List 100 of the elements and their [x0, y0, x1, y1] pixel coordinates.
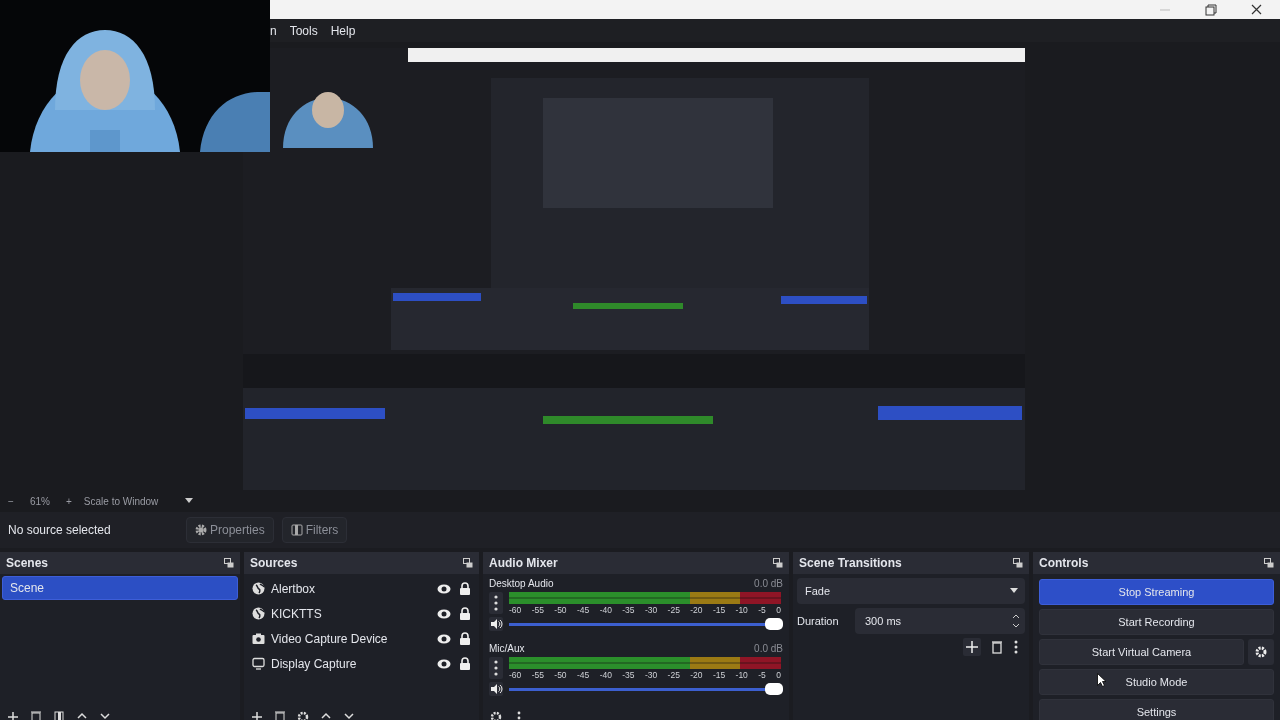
source-name[interactable]: Display Capture — [271, 654, 437, 673]
mouse-pointer-icon — [1097, 673, 1106, 687]
scale-label: 0 — [776, 604, 781, 616]
menu-item[interactable]: Tools — [289, 21, 318, 40]
lock-icon[interactable] — [459, 607, 471, 620]
globe-icon — [252, 582, 265, 595]
scale-label: -5 — [758, 669, 766, 681]
more-icon[interactable] — [1013, 638, 1019, 656]
caret-icon — [183, 498, 194, 504]
settings-icon — [1255, 646, 1267, 658]
scale-label: -60 — [509, 669, 522, 681]
control-button[interactable]: Settings — [1039, 699, 1274, 720]
undock-icon[interactable] — [224, 558, 234, 568]
field-label: Duration — [797, 613, 840, 629]
more-icon[interactable] — [489, 657, 503, 679]
scale-label: -35 — [622, 669, 635, 681]
gear-icon[interactable] — [489, 710, 503, 720]
filter-icon[interactable] — [52, 710, 66, 720]
scale-label: -15 — [712, 604, 726, 616]
lock-icon[interactable] — [459, 657, 471, 670]
down-icon[interactable] — [342, 710, 356, 720]
scale-label: -5 — [758, 604, 766, 616]
volume-slider-thumb[interactable] — [765, 618, 783, 630]
scale-dropdown[interactable]: Scale to Window — [83, 493, 194, 509]
scale-label: -25 — [667, 669, 680, 681]
eye-icon[interactable] — [437, 583, 451, 594]
speaker-icon[interactable] — [489, 682, 503, 696]
status-text: No source selected — [8, 522, 112, 539]
source-name[interactable]: Alertbox — [271, 579, 437, 598]
scale-label: -40 — [599, 604, 612, 616]
add-icon[interactable] — [6, 710, 20, 720]
scale-label: -25 — [667, 604, 680, 616]
volume-reading: 0.0 dB — [754, 642, 783, 656]
eye-icon[interactable] — [437, 608, 451, 619]
camera-icon — [252, 632, 265, 645]
volume-slider-thumb[interactable] — [765, 683, 783, 695]
menu-item[interactable]: n — [270, 21, 277, 40]
control-button[interactable]: Start Virtual Camera — [1039, 639, 1244, 665]
gear-icon[interactable] — [296, 710, 310, 720]
eye-icon[interactable] — [437, 658, 451, 669]
volume-reading: 0.0 dB — [754, 577, 783, 591]
scale-label: -60 — [509, 604, 522, 616]
undock-icon[interactable] — [1264, 558, 1274, 568]
scene-item[interactable]: Scene — [2, 576, 238, 600]
scale-label: -20 — [690, 669, 703, 681]
scale-label: -10 — [735, 669, 748, 681]
trash-icon[interactable] — [989, 638, 1005, 656]
trash-icon[interactable] — [29, 710, 43, 720]
dock-title: Scene Transitions — [799, 555, 902, 572]
scale-label: -40 — [599, 669, 612, 681]
zoom-out-button[interactable]: − — [0, 493, 22, 509]
channel-name: Mic/Aux — [489, 642, 525, 656]
control-button[interactable]: Start Recording — [1039, 609, 1274, 635]
lock-icon[interactable] — [459, 632, 471, 645]
control-button[interactable]: Studio Mode — [1039, 669, 1274, 695]
scale-label: -30 — [644, 604, 658, 616]
transition-dropdown[interactable]: Fade — [797, 578, 1025, 604]
scale-label: 0 — [776, 669, 781, 681]
scale-label: -10 — [735, 604, 748, 616]
globe-icon — [252, 607, 265, 620]
scale-label: -55 — [531, 604, 544, 616]
lock-icon[interactable] — [459, 582, 471, 595]
zoom-level: 61% — [30, 494, 50, 509]
scale-label: -45 — [576, 669, 590, 681]
zoom-in-button[interactable]: + — [66, 493, 72, 509]
speaker-icon[interactable] — [489, 617, 503, 631]
more-icon[interactable] — [489, 592, 503, 614]
undock-icon[interactable] — [1013, 558, 1023, 568]
scale-label: -50 — [554, 669, 567, 681]
source-name[interactable]: Video Capture Device — [271, 629, 437, 648]
trash-icon[interactable] — [273, 710, 287, 720]
down-icon[interactable] — [98, 710, 112, 720]
scale-label: -15 — [712, 669, 726, 681]
undock-icon[interactable] — [773, 558, 783, 568]
scale-label: -30 — [644, 669, 658, 681]
gear-icon — [195, 524, 207, 536]
dock-title: Sources — [250, 555, 298, 572]
toolbar-button[interactable]: Properties — [186, 517, 274, 543]
dock-title: Audio Mixer — [489, 555, 558, 572]
monitor-icon — [252, 657, 265, 670]
dock-title: Scenes — [6, 555, 49, 572]
scale-label: -55 — [531, 669, 544, 681]
eye-icon[interactable] — [437, 633, 451, 644]
filter-icon — [290, 524, 303, 536]
duration-field[interactable]: 300 ms — [855, 608, 1025, 634]
undock-icon[interactable] — [463, 558, 473, 568]
up-icon[interactable] — [319, 710, 333, 720]
scale-label: -20 — [690, 604, 703, 616]
up-icon[interactable] — [75, 710, 89, 720]
add-icon[interactable] — [250, 710, 264, 720]
control-button[interactable]: Stop Streaming — [1039, 579, 1274, 605]
source-name[interactable]: KICKTTS — [271, 604, 437, 623]
menu-item[interactable]: Help — [330, 21, 356, 40]
dock-title: Controls — [1039, 555, 1089, 572]
settings-button[interactable] — [1248, 639, 1274, 665]
add-icon[interactable] — [963, 638, 981, 656]
channel-name: Desktop Audio — [489, 577, 554, 591]
caret-icon — [1009, 588, 1019, 594]
scale-label: -45 — [576, 604, 590, 616]
toolbar-button[interactable]: Filters — [281, 517, 348, 543]
